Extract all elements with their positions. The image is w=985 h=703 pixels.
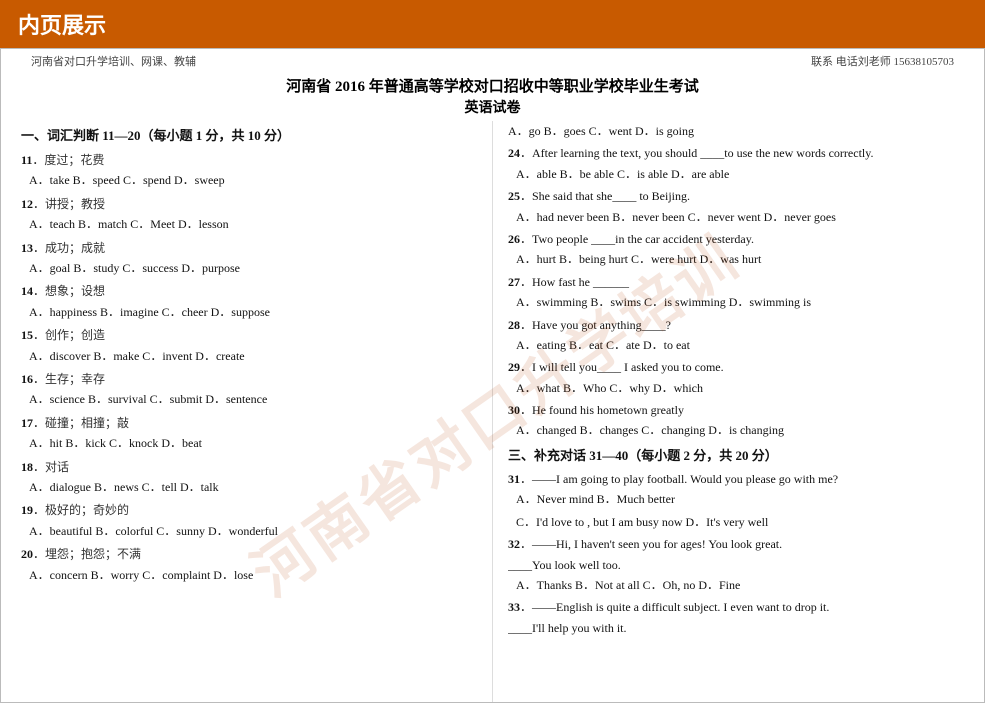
q-number: 13．成功；成就 [21,238,477,258]
right-question-item: 28．Have you got anything____?A．eating B．… [508,315,964,356]
dialogue-blank: ____You look well too. [508,555,964,575]
q-options: A．goal B．study C．success D．purpose [29,258,477,278]
left-column: 一、词汇判断 11—20（每小题 1 分，共 10 分） 11．度过；花费A．t… [21,121,477,702]
left-question-item: 20．埋怨；抱怨；不满A．concern B．worry C．complaint… [21,544,477,585]
q-text: A．go B．goes C．went D．is going [508,121,964,141]
q-options: A．take B．speed C．spend D．sweep [29,170,477,190]
left-question-item: 15．创作；创造A．discover B．make C．invent D．cre… [21,325,477,366]
q-chinese: 创作；创造 [45,328,105,342]
q-chinese: 埋怨；抱怨；不满 [45,547,141,561]
q-options: A．science B．survival C．submit D．sentence [29,389,477,409]
right-question-item: 24．After learning the text, you should _… [508,143,964,184]
q-chinese: 碰撞；相撞；敲 [45,416,129,430]
meta-left: 河南省对口升学培训、网课、教辅 [31,53,196,69]
left-question-item: 14．想象；设想A．happiness B．imagine C．cheer D．… [21,281,477,322]
q-options: A．concern B．worry C．complaint D．lose [29,565,477,585]
q-chinese: 极好的；奇妙的 [45,503,129,517]
q-options: A．Thanks B．Not at all C．Oh, no D．Fine [516,575,964,595]
q-options: A．changed B．changes C．changing D．is chan… [516,420,964,440]
doc-title: 河南省 2016 年普通高等学校对口招收中等职业学校毕业生考试 [1,75,984,96]
section1-header: 一、词汇判断 11—20（每小题 1 分，共 10 分） [21,125,477,147]
left-question-item: 18．对话A．dialogue B．news C．tell D．talk [21,457,477,498]
q-options: A．discover B．make C．invent D．create [29,346,477,366]
q-options: A．eating B．eat C．ate D．to eat [516,335,964,355]
q-options: A．Never mind B．Much better [516,489,964,509]
q-text: 26．Two people ____in the car accident ye… [508,229,964,249]
doc-subtitle: 英语试卷 [1,97,984,117]
q-text: 28．Have you got anything____? [508,315,964,335]
q-options: A．had never been B．never been C．never we… [516,207,964,227]
q-options: A．able B．be able C．is able D．are able [516,164,964,184]
q-text: 30．He found his hometown greatly [508,400,964,420]
q-number: 20．埋怨；抱怨；不满 [21,544,477,564]
q-number: 11．度过；花费 [21,150,477,170]
left-questions: 11．度过；花费A．take B．speed C．spend D．sweep12… [21,150,477,585]
dialogue-text: 31．——I am going to play football. Would … [508,469,964,489]
right-questions: A．go B．goes C．went D．is going24．After le… [508,121,964,441]
q-options: A．dialogue B．news C．tell D．talk [29,477,477,497]
dialogue-questions: 31．——I am going to play football. Would … [508,469,964,638]
q-options: A．hurt B．being hurt C．were hurt D．was hu… [516,249,964,269]
q-options: A．happiness B．imagine C．cheer D．suppose [29,302,477,322]
left-question-item: 13．成功；成就A．goal B．study C．success D．purpo… [21,238,477,279]
dialogue-item: 33．——English is quite a difficult subjec… [508,597,964,638]
q-number: 12．讲授；教授 [21,194,477,214]
header-bar: 内页展示 [0,0,985,48]
right-question-item: A．go B．goes C．went D．is going [508,121,964,141]
q-text: 24．After learning the text, you should _… [508,143,964,163]
right-column: A．go B．goes C．went D．is going24．After le… [508,121,964,702]
right-question-item: 26．Two people ____in the car accident ye… [508,229,964,270]
doc-meta-bar: 河南省对口升学培训、网课、教辅 联系 电话刘老师 15638105703 [1,49,984,73]
q-options: A．teach B．match C．Meet D．lesson [29,214,477,234]
q-text: 29．I will tell you____ I asked you to co… [508,357,964,377]
q-text: 25．She said that she____ to Beijing. [508,186,964,206]
left-question-item: 11．度过；花费A．take B．speed C．spend D．sweep [21,150,477,191]
doc-content: 一、词汇判断 11—20（每小题 1 分，共 10 分） 11．度过；花费A．t… [1,121,984,702]
q-text: 27．How fast he ______ [508,272,964,292]
q-options: A．beautiful B．colorful C．sunny D．wonderf… [29,521,477,541]
dialogue-item: 32．——Hi, I haven't seen you for ages! Yo… [508,534,964,595]
document-wrapper: 河南省对口升学培训、网课、教辅 联系 电话刘老师 15638105703 河南省… [0,48,985,703]
dialogue-item: 31．——I am going to play football. Would … [508,469,964,532]
q-chinese: 度过；花费 [44,153,104,167]
q-options: A．swimming B．swims C．is swimming D．swimm… [516,292,964,312]
q-chinese: 对话 [45,460,69,474]
q-number: 16．生存；幸存 [21,369,477,389]
left-question-item: 19．极好的；奇妙的A．beautiful B．colorful C．sunny… [21,500,477,541]
q-number: 15．创作；创造 [21,325,477,345]
q-chinese: 讲授；教授 [45,197,105,211]
header-title: 内页展示 [18,13,106,38]
q-number: 17．碰撞；相撞；敲 [21,413,477,433]
right-question-item: 29．I will tell you____ I asked you to co… [508,357,964,398]
q-number: 19．极好的；奇妙的 [21,500,477,520]
left-question-item: 17．碰撞；相撞；敲A．hit B．kick C．knock D．beat [21,413,477,454]
meta-right: 联系 电话刘老师 15638105703 [811,53,954,69]
right-question-item: 27．How fast he ______A．swimming B．swims … [508,272,964,313]
right-question-item: 30．He found his hometown greatlyA．change… [508,400,964,441]
q-options: A．what B．Who C．why D．which [516,378,964,398]
q-options: A．hit B．kick C．knock D．beat [29,433,477,453]
q-number: 14．想象；设想 [21,281,477,301]
q-chinese: 想象；设想 [45,284,105,298]
dialogue-text: 33．——English is quite a difficult subjec… [508,597,964,617]
dialogue-text: 32．——Hi, I haven't seen you for ages! Yo… [508,534,964,554]
left-question-item: 16．生存；幸存A．science B．survival C．submit D．… [21,369,477,410]
q-options-2: C．I'd love to , but I am busy now D．It's… [516,512,964,532]
left-question-item: 12．讲授；教授A．teach B．match C．Meet D．lesson [21,194,477,235]
section3-header: 三、补充对话 31—40（每小题 2 分，共 20 分） [508,445,964,467]
right-question-item: 25．She said that she____ to Beijing.A．ha… [508,186,964,227]
q-number: 18．对话 [21,457,477,477]
q-chinese: 生存；幸存 [45,372,105,386]
dialogue-blank: ____I'll help you with it. [508,618,964,638]
q-chinese: 成功；成就 [45,241,105,255]
